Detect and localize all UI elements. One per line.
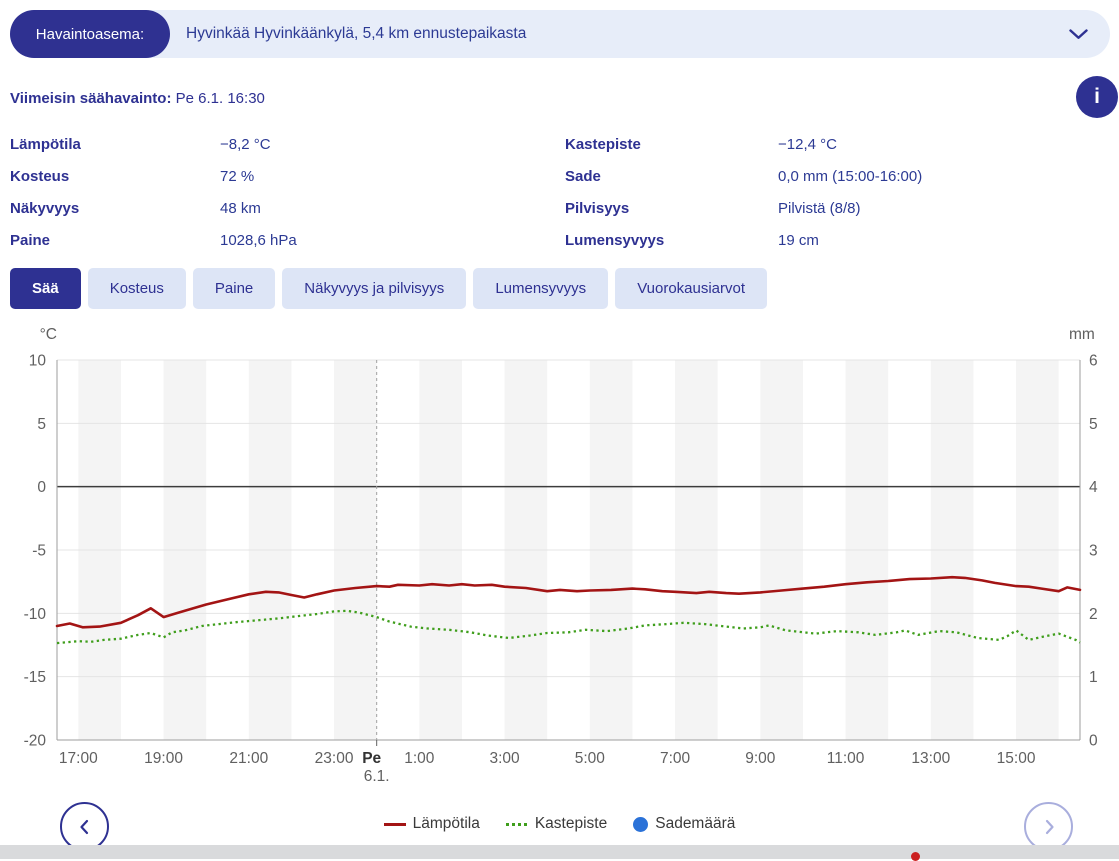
svg-text:mm: mm: [1069, 326, 1095, 343]
observation-value: Pilvistä (8/8): [778, 199, 861, 217]
info-icon: i: [1094, 85, 1100, 108]
observation-value: 19 cm: [778, 231, 819, 249]
latest-observation: Viimeisin säähavainto: Pe 6.1. 16:30: [10, 90, 265, 107]
partial-logo-dot: [911, 852, 920, 861]
legend-label: Sademäärä: [655, 815, 736, 832]
temperature-line-swatch: [383, 822, 406, 826]
observation-row: Paine 1028,6 hPa: [10, 224, 555, 256]
svg-text:3: 3: [1089, 543, 1098, 560]
latest-observation-value: Pe 6.1. 16:30: [175, 90, 265, 107]
observation-label: Paine: [10, 231, 51, 249]
station-selector-value: Hyvinkää Hyvinkäänkylä, 5,4 km ennustepa…: [186, 25, 527, 42]
bottom-section-edge: [0, 845, 1119, 859]
observation-label: Näkyvyys: [10, 199, 80, 217]
tab-lumensyvyys[interactable]: Lumensyvyys: [473, 268, 609, 309]
observation-row: Lämpötila −8,2 °C: [10, 128, 555, 160]
svg-text:-15: -15: [24, 669, 46, 686]
previous-day-button[interactable]: [60, 802, 109, 851]
observation-value: −8,2 °C: [220, 135, 271, 153]
next-day-button[interactable]: [1024, 802, 1073, 851]
svg-text:2: 2: [1089, 606, 1098, 623]
tab-saa[interactable]: Sää: [10, 268, 81, 309]
svg-text:6.1.: 6.1.: [364, 768, 390, 785]
svg-text:5: 5: [1089, 416, 1098, 433]
dewpoint-line-swatch: [505, 822, 528, 826]
rain-dot-swatch: [633, 816, 649, 832]
svg-text:11:00: 11:00: [827, 750, 865, 767]
legend-label: Lämpötila: [412, 815, 480, 832]
chart-tabs: Sää Kosteus Paine Näkyvyys ja pilvisyys …: [10, 268, 768, 309]
svg-text:5:00: 5:00: [575, 750, 606, 767]
tab-kosteus[interactable]: Kosteus: [87, 268, 186, 309]
svg-text:-10: -10: [24, 606, 47, 623]
svg-text:7:00: 7:00: [660, 750, 691, 767]
svg-text:9:00: 9:00: [745, 750, 776, 767]
observation-value: 1028,6 hPa: [220, 231, 297, 249]
legend-label: Kastepiste: [534, 815, 608, 832]
station-selector-label: Havaintoasema:: [10, 10, 170, 58]
svg-text:10: 10: [29, 353, 47, 370]
tab-paine[interactable]: Paine: [192, 268, 276, 309]
observation-row: Sade 0,0 mm (15:00-16:00): [565, 160, 1110, 192]
observation-row: Lumensyvyys 19 cm: [565, 224, 1110, 256]
chart-legend: Lämpötila Kastepiste Sademäärä: [0, 815, 1119, 833]
chevron-right-icon: [1045, 819, 1054, 834]
legend-item-dewpoint: Kastepiste: [505, 815, 608, 833]
svg-text:19:00: 19:00: [144, 750, 183, 767]
svg-text:0: 0: [37, 479, 46, 496]
svg-text:15:00: 15:00: [997, 750, 1036, 767]
legend-item-rain: Sademäärä: [633, 815, 735, 833]
svg-text:1:00: 1:00: [404, 750, 435, 767]
observation-label: Lumensyvyys: [565, 231, 665, 249]
chevron-left-icon: [79, 819, 88, 834]
observation-row: Kosteus 72 %: [10, 160, 555, 192]
svg-text:0: 0: [1089, 733, 1098, 750]
svg-text:°C: °C: [40, 326, 57, 343]
observation-value: 0,0 mm (15:00-16:00): [778, 167, 923, 185]
observation-value: 48 km: [220, 199, 261, 217]
tab-vuorokausiarvot[interactable]: Vuorokausiarvot: [615, 268, 768, 309]
observation-label: Kosteus: [10, 167, 70, 185]
legend-item-temperature: Lämpötila: [383, 815, 480, 833]
station-selector[interactable]: Havaintoasema: Hyvinkää Hyvinkäänkylä, 5…: [10, 10, 1110, 58]
observation-row: Kastepiste −12,4 °C: [565, 128, 1110, 160]
svg-text:23:00: 23:00: [315, 750, 354, 767]
observation-row: Pilvisyys Pilvistä (8/8): [565, 192, 1110, 224]
observation-label: Sade: [565, 167, 601, 185]
observation-row: Näkyvyys 48 km: [10, 192, 555, 224]
svg-text:17:00: 17:00: [59, 750, 98, 767]
svg-text:13:00: 13:00: [911, 750, 950, 767]
latest-observation-label: Viimeisin säähavainto:: [10, 90, 172, 107]
svg-text:3:00: 3:00: [489, 750, 520, 767]
info-button[interactable]: i: [1076, 76, 1118, 118]
observation-label: Kastepiste: [565, 135, 641, 153]
observation-label: Lämpötila: [10, 135, 81, 153]
svg-text:-20: -20: [24, 733, 47, 750]
svg-text:Pe: Pe: [362, 750, 381, 767]
observation-label: Pilvisyys: [565, 199, 630, 217]
tab-nakyvyys-ja-pilvisyys[interactable]: Näkyvyys ja pilvisyys: [282, 268, 467, 309]
observation-value: 72 %: [220, 167, 255, 185]
observation-chart[interactable]: 10 6 5 5 0 4 -5 3 -10 2 -15 1 -20 0 °C mm 17:00 19:00 21:0…: [0, 320, 1119, 798]
svg-text:6: 6: [1089, 353, 1098, 370]
svg-text:4: 4: [1089, 479, 1098, 496]
svg-text:1: 1: [1089, 669, 1098, 686]
svg-text:21:00: 21:00: [229, 750, 268, 767]
chevron-down-icon[interactable]: [1069, 28, 1088, 40]
svg-text:5: 5: [37, 416, 46, 433]
svg-text:-5: -5: [32, 543, 46, 560]
observation-value: −12,4 °C: [778, 135, 837, 153]
